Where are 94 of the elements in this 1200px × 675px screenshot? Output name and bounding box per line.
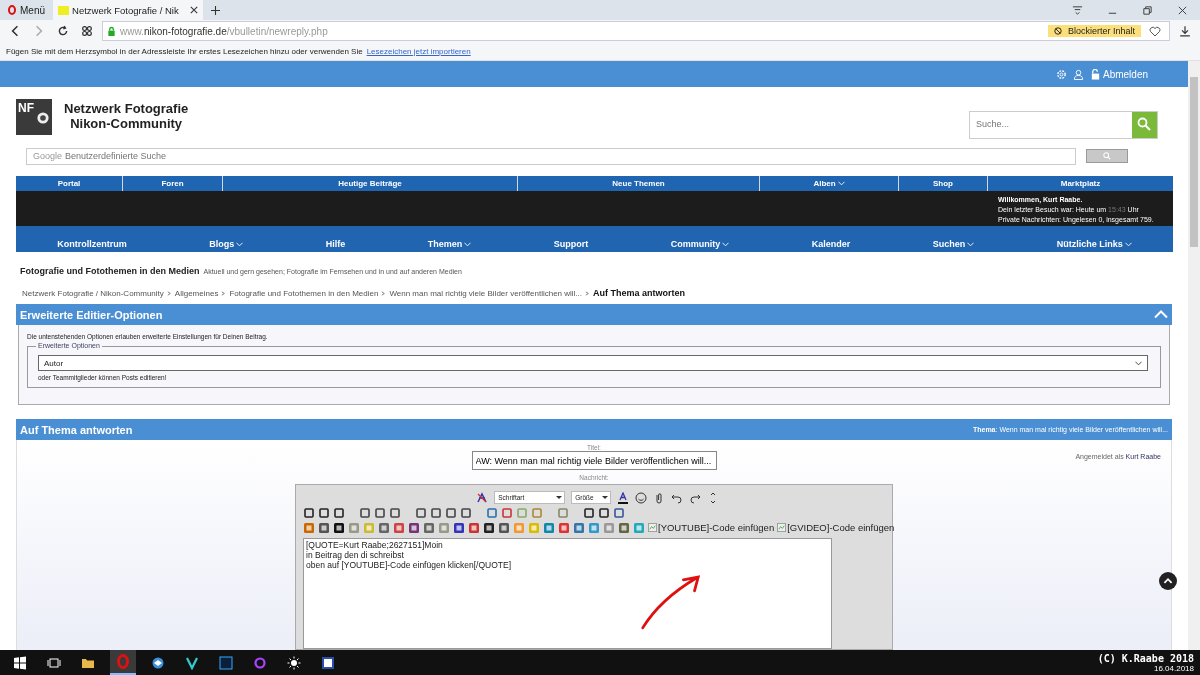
title-field[interactable]: AW: Wenn man mal richtig viele Bilder veröffentlichen will... xyxy=(471,451,717,470)
forum-title: Fotografie und Fotothemen in den Medien xyxy=(20,266,200,276)
new-tab-icon[interactable] xyxy=(211,5,220,15)
browser-menu-button[interactable]: Menü xyxy=(0,4,53,16)
taskbar-date: 16.04.2018 xyxy=(1153,663,1194,673)
nav-link[interactable]: Community xyxy=(670,239,730,249)
blocked-content-badge[interactable]: Blockierter Inhalt xyxy=(1047,25,1141,37)
close-icon[interactable] xyxy=(1177,4,1188,16)
section-header[interactable]: Erweiterte Editier-Optionen xyxy=(16,304,1172,325)
section-title: Auf Thema antworten xyxy=(20,423,133,436)
bookmark-hint: Fügen Sie mit dem Herzsymbol in der Adressleiste Ihr erstes Lesezeichen hinzu oder verwenden Sie xyxy=(6,46,363,56)
user-icon[interactable] xyxy=(1072,68,1084,80)
chevron-down-icon xyxy=(837,181,845,186)
remove-format-icon[interactable] xyxy=(476,491,489,504)
unlock-icon xyxy=(1089,68,1101,80)
chevron-down-icon xyxy=(722,241,730,247)
site-title: Nikon-Community xyxy=(69,116,184,131)
ring-logo-icon[interactable] xyxy=(253,655,267,670)
youtube-code-button[interactable]: [YOUTUBE]-Code einfügen xyxy=(648,522,775,533)
opera-logo-icon xyxy=(117,654,129,669)
breadcrumb-link[interactable]: Fotografie und Fotothemen in den Medien xyxy=(229,288,379,298)
chevron-up-icon[interactable] xyxy=(1154,310,1168,319)
nav-tab[interactable]: Portal xyxy=(16,176,122,191)
copyright-note: (C) K.Raabe 2018 xyxy=(1097,652,1194,664)
breadcrumb-link[interactable]: Allgemeines xyxy=(174,288,219,298)
blocked-icon xyxy=(1053,27,1062,35)
chevron-down-icon xyxy=(1124,241,1132,247)
ps-app-icon[interactable] xyxy=(219,655,233,670)
nav-link[interactable]: Blogs xyxy=(209,239,244,249)
custom-search-field[interactable]: Google Benutzerdefinierte Suche xyxy=(26,147,1076,165)
search-icon xyxy=(1137,117,1151,131)
chevron-down-icon xyxy=(967,241,975,247)
plugin-icon[interactable] xyxy=(453,521,465,534)
site-logo[interactable]: NF xyxy=(16,99,52,135)
nav-link[interactable]: Themen xyxy=(427,239,472,249)
site-title: Netzwerk Fotografie xyxy=(64,101,189,116)
reload-icon[interactable] xyxy=(57,25,69,37)
chevron-right-icon xyxy=(221,290,227,296)
nav-link[interactable]: Kalender xyxy=(811,239,851,249)
speed-dial-icon[interactable] xyxy=(81,25,93,37)
nav-link[interactable]: Support xyxy=(553,239,589,249)
restore-icon[interactable] xyxy=(1142,4,1153,16)
import-bookmarks-link[interactable]: Lesezeichen jetzt importieren xyxy=(366,46,471,56)
smiley-icon[interactable] xyxy=(634,491,647,504)
breadcrumb-current: Auf Thema antworten xyxy=(593,288,686,298)
editor-select[interactable]: Autor xyxy=(38,355,1148,371)
opera-logo-icon xyxy=(8,5,16,15)
search-provider-label: Google xyxy=(33,151,63,161)
tab-menu-icon[interactable] xyxy=(1072,4,1083,16)
logout-link[interactable]: Abmelden xyxy=(1089,68,1148,80)
nav-link[interactable]: Suchen xyxy=(932,239,975,249)
back-icon[interactable] xyxy=(9,25,21,37)
favicon-icon xyxy=(58,5,69,15)
nav-link[interactable]: Hilfe xyxy=(325,239,346,249)
chevron-right-icon xyxy=(381,290,387,296)
aperture-icon xyxy=(36,111,50,125)
settings-icon[interactable] xyxy=(1055,68,1067,80)
plugin-icon[interactable] xyxy=(483,521,495,534)
address-field[interactable]: www.nikon-fotografie.de/vbulletin/newreply.php Blockierter Inhalt xyxy=(102,21,1170,41)
search-field[interactable]: Suche... xyxy=(969,111,1158,139)
plugin-icon[interactable] xyxy=(333,521,345,534)
nav-link[interactable]: Kontrollzentrum xyxy=(57,239,127,249)
breadcrumb-link[interactable]: Wenn man mal richtig viele Bilder veröffentlichen will... xyxy=(389,288,583,298)
dropdown-arrow-icon xyxy=(601,496,608,499)
scrollbar[interactable] xyxy=(1188,61,1200,650)
lock-icon xyxy=(107,25,116,37)
browser-tab[interactable]: Netzwerk Fotografie / Nik xyxy=(53,0,203,20)
chevron-down-icon xyxy=(236,241,244,247)
chevron-down-icon xyxy=(1135,360,1142,366)
windows-start-icon[interactable] xyxy=(13,655,27,670)
chevron-right-icon xyxy=(585,290,591,296)
plugin-icon[interactable] xyxy=(408,521,420,534)
gvideo-code-button[interactable]: [GVIDEO]-Code einfügen xyxy=(777,522,895,533)
scroll-to-top-button[interactable] xyxy=(1159,572,1177,590)
chevron-right-icon xyxy=(166,290,172,296)
chevron-down-icon xyxy=(464,241,472,247)
section-title: Erweiterte Editier-Optionen xyxy=(20,308,163,321)
download-icon[interactable] xyxy=(1179,25,1191,37)
dropdown-arrow-icon xyxy=(556,496,563,499)
search-icon xyxy=(1103,152,1111,160)
task-view-icon[interactable] xyxy=(47,655,61,670)
taskbar-app-button[interactable] xyxy=(110,650,136,675)
nav-link[interactable]: Nützliche Links xyxy=(1056,239,1132,249)
broken-image-icon xyxy=(648,523,657,532)
word-app-icon[interactable] xyxy=(321,655,335,670)
text-color-icon[interactable] xyxy=(616,491,629,504)
mail-bird-icon[interactable] xyxy=(151,655,165,670)
heart-icon[interactable] xyxy=(1149,25,1161,37)
breadcrumb-link[interactable]: Netzwerk Fotografie / Nikon-Community xyxy=(22,288,164,298)
broken-image-icon xyxy=(777,523,787,532)
sun-icon[interactable] xyxy=(287,655,301,670)
close-icon[interactable] xyxy=(190,6,198,14)
v-logo-icon[interactable] xyxy=(185,655,199,670)
message-field[interactable]: [QUOTE=Kurt Raabe;2627151]Moin in Beitrag den di schreibst oben auf [YOUTUBE]-Code einfügen klicken[/QUOTE] xyxy=(303,538,832,649)
